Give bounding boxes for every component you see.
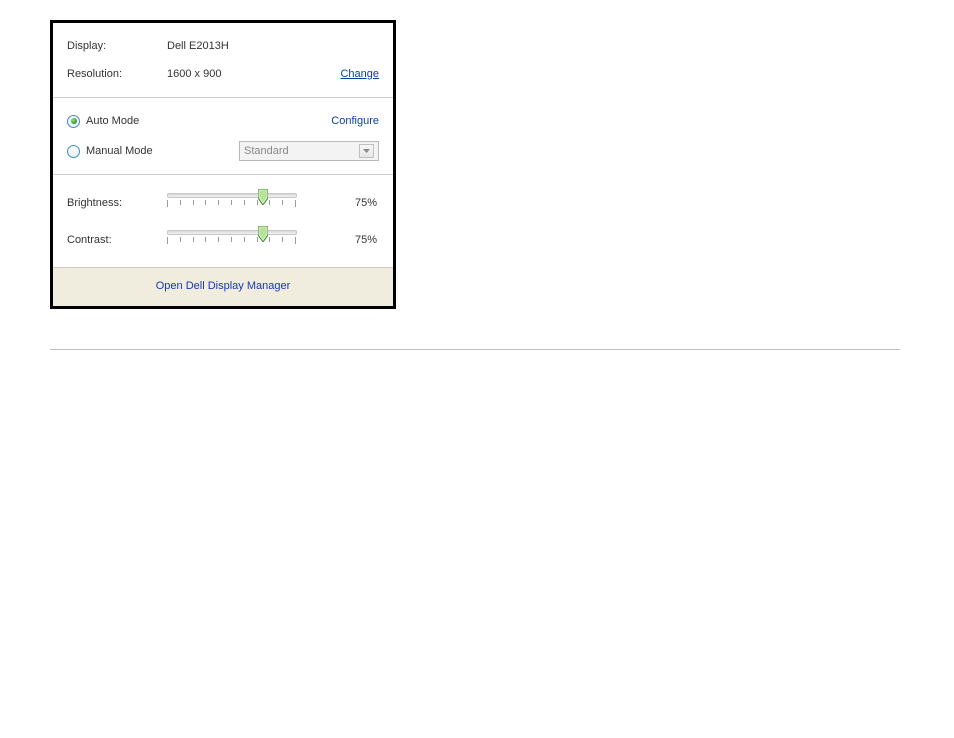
- open-display-manager-link[interactable]: Open Dell Display Manager: [156, 280, 291, 292]
- brightness-slider[interactable]: [167, 187, 297, 218]
- preset-selected-label: Standard: [244, 145, 289, 157]
- contrast-value: 75%: [297, 234, 377, 246]
- mode-section: Auto Mode Configure Manual Mode Standard: [53, 97, 393, 174]
- manual-mode-label: Manual Mode: [86, 145, 153, 157]
- resolution-label: Resolution:: [67, 68, 167, 80]
- display-value: Dell E2013H: [167, 40, 379, 52]
- configure-link[interactable]: Configure: [331, 115, 379, 127]
- footer-bar: Open Dell Display Manager: [53, 267, 393, 306]
- manual-mode-radio[interactable]: [67, 145, 80, 158]
- preset-dropdown[interactable]: Standard: [239, 141, 379, 161]
- slider-ticks: [167, 200, 297, 208]
- display-settings-panel: Display: Dell E2013H Resolution: 1600 x …: [50, 20, 396, 309]
- change-link[interactable]: Change: [340, 68, 379, 80]
- auto-mode-label: Auto Mode: [86, 115, 139, 127]
- sliders-section: Brightness: 75% Contrast:: [53, 174, 393, 267]
- contrast-slider[interactable]: [167, 224, 297, 255]
- brightness-value: 75%: [297, 197, 377, 209]
- contrast-label: Contrast:: [67, 234, 167, 246]
- page-divider: [50, 349, 900, 350]
- auto-mode-radio[interactable]: [67, 115, 80, 128]
- display-info-section: Display: Dell E2013H Resolution: 1600 x …: [53, 23, 393, 97]
- display-label: Display:: [67, 40, 167, 52]
- slider-ticks: [167, 237, 297, 245]
- resolution-value: 1600 x 900: [167, 68, 340, 80]
- brightness-label: Brightness:: [67, 197, 167, 209]
- chevron-down-icon: [359, 144, 374, 158]
